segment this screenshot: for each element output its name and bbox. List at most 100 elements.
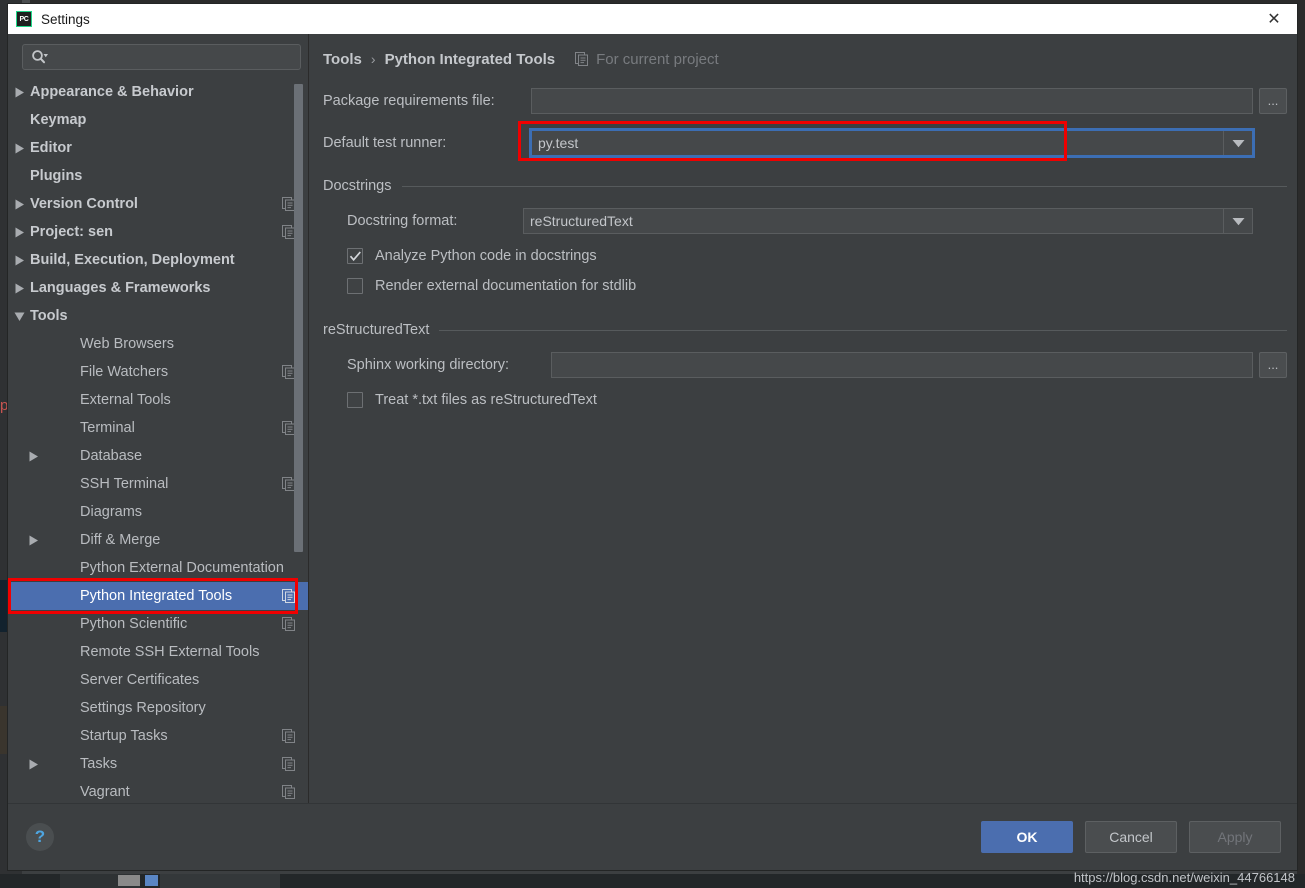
sidebar-item-tasks[interactable]: Tasks bbox=[8, 750, 308, 778]
taskbar-thumb-c bbox=[118, 875, 140, 886]
breadcrumb-root[interactable]: Tools bbox=[323, 51, 362, 68]
restructuredtext-group-divider bbox=[439, 329, 1287, 331]
package-requirements-row: Package requirements file: ... bbox=[323, 88, 1287, 114]
docstring-format-value: reStructuredText bbox=[530, 213, 633, 229]
default-test-runner-value: py.test bbox=[538, 135, 579, 151]
treat-txt-row[interactable]: Treat *.txt files as reStructuredText bbox=[347, 392, 1287, 408]
sidebar-item-label: Project: sen bbox=[30, 224, 113, 240]
pycharm-icon: PC bbox=[16, 11, 32, 27]
sidebar-item-external-tools[interactable]: External Tools bbox=[8, 386, 308, 414]
sidebar-scrollbar[interactable] bbox=[294, 78, 303, 801]
analyze-python-code-checkbox[interactable] bbox=[347, 248, 363, 264]
chevron-down-icon[interactable] bbox=[1223, 209, 1252, 233]
dialog-body: Appearance & Behavior Keymap Editor Plugins… bbox=[8, 34, 1297, 803]
sidebar-item-python-integrated-tools[interactable]: Python Integrated Tools bbox=[8, 582, 308, 610]
taskbar-thumb-d bbox=[145, 875, 158, 886]
help-icon[interactable]: ? bbox=[26, 823, 54, 851]
package-requirements-input[interactable] bbox=[531, 88, 1253, 114]
sidebar-item-version-control[interactable]: Version Control bbox=[8, 190, 308, 218]
sphinx-directory-browse-button[interactable]: ... bbox=[1259, 352, 1287, 378]
sphinx-directory-label: Sphinx working directory: bbox=[347, 357, 509, 373]
sidebar-item-label: Tasks bbox=[80, 756, 118, 772]
sidebar-item-diagrams[interactable]: Diagrams bbox=[8, 498, 308, 526]
sidebar-item-editor[interactable]: Editor bbox=[8, 134, 308, 162]
sidebar-item-languages-frameworks[interactable]: Languages & Frameworks bbox=[8, 274, 308, 302]
sidebar-item-server-certificates[interactable]: Server Certificates bbox=[8, 666, 308, 694]
chevron-right-icon[interactable] bbox=[22, 759, 44, 770]
package-requirements-browse-button[interactable]: ... bbox=[1259, 88, 1287, 114]
sidebar-item-settings-repository[interactable]: Settings Repository bbox=[8, 694, 308, 722]
sidebar-item-label: File Watchers bbox=[80, 364, 169, 380]
sidebar-item-tools[interactable]: Tools bbox=[8, 302, 308, 330]
sidebar-item-vagrant[interactable]: Vagrant bbox=[8, 778, 308, 803]
chevron-right-icon[interactable] bbox=[8, 227, 30, 238]
search-container bbox=[8, 34, 308, 76]
sidebar-item-plugins[interactable]: Plugins bbox=[8, 162, 308, 190]
sidebar-item-diff-merge[interactable]: Diff & Merge bbox=[8, 526, 308, 554]
scope-indicator: For current project bbox=[575, 51, 719, 68]
analyze-python-code-label: Analyze Python code in docstrings bbox=[375, 248, 597, 264]
close-icon[interactable]: ✕ bbox=[1251, 4, 1297, 34]
sidebar-item-label: Server Certificates bbox=[80, 672, 200, 688]
chevron-right-icon[interactable] bbox=[22, 535, 44, 546]
render-external-docs-checkbox[interactable] bbox=[347, 278, 363, 294]
chevron-right-icon[interactable] bbox=[8, 255, 30, 266]
sidebar-item-label: Tools bbox=[30, 308, 68, 324]
render-external-docs-row[interactable]: Render external documentation for stdlib bbox=[347, 278, 1287, 294]
sidebar-item-terminal[interactable]: Terminal bbox=[8, 414, 308, 442]
render-external-docs-label: Render external documentation for stdlib bbox=[375, 278, 637, 294]
sidebar-item-build-execution-deployment[interactable]: Build, Execution, Deployment bbox=[8, 246, 308, 274]
sidebar-item-label: Languages & Frameworks bbox=[30, 280, 211, 296]
sidebar-item-label: Editor bbox=[30, 140, 72, 156]
dialog-footer: ? OK Cancel Apply bbox=[8, 803, 1297, 870]
docstrings-group-divider bbox=[401, 185, 1287, 187]
chevron-right-icon[interactable] bbox=[8, 199, 30, 210]
package-requirements-label: Package requirements file: bbox=[323, 93, 495, 109]
chevron-right-icon[interactable] bbox=[8, 87, 30, 98]
ok-button[interactable]: OK bbox=[981, 821, 1073, 853]
analyze-python-code-row[interactable]: Analyze Python code in docstrings bbox=[347, 248, 1287, 264]
sphinx-directory-input[interactable] bbox=[551, 352, 1253, 378]
sidebar-item-label: Settings Repository bbox=[80, 700, 206, 716]
breadcrumb-separator: › bbox=[370, 51, 376, 67]
sidebar-item-label: Diagrams bbox=[80, 504, 143, 520]
default-test-runner-combobox[interactable]: py.test bbox=[529, 128, 1255, 158]
chevron-right-icon[interactable] bbox=[22, 451, 44, 462]
breadcrumb-current: Python Integrated Tools bbox=[384, 50, 556, 68]
chevron-right-icon[interactable] bbox=[8, 283, 30, 294]
sidebar-item-file-watchers[interactable]: File Watchers bbox=[8, 358, 308, 386]
cancel-button[interactable]: Cancel bbox=[1085, 821, 1177, 853]
sidebar-item-label: Version Control bbox=[30, 196, 138, 212]
chevron-down-icon[interactable] bbox=[8, 311, 30, 322]
sphinx-directory-row: Sphinx working directory: ... bbox=[323, 352, 1287, 378]
sidebar-item-python-external-documentation[interactable]: Python External Documentation bbox=[8, 554, 308, 582]
treat-txt-checkbox[interactable] bbox=[347, 392, 363, 408]
sidebar-item-label: Remote SSH External Tools bbox=[80, 644, 260, 660]
sidebar-item-keymap[interactable]: Keymap bbox=[8, 106, 308, 134]
sidebar-item-python-scientific[interactable]: Python Scientific bbox=[8, 610, 308, 638]
watermark: https://blog.csdn.net/weixin_44766148 bbox=[1073, 870, 1295, 885]
search-box[interactable] bbox=[22, 44, 301, 70]
sidebar-item-label: Database bbox=[80, 448, 143, 464]
sidebar-item-startup-tasks[interactable]: Startup Tasks bbox=[8, 722, 308, 750]
sidebar-scrollbar-thumb[interactable] bbox=[294, 84, 303, 552]
sidebar-item-label: Python External Documentation bbox=[80, 560, 284, 576]
sidebar-item-remote-ssh-external-tools[interactable]: Remote SSH External Tools bbox=[8, 638, 308, 666]
docstrings-group-title: Docstrings bbox=[323, 178, 392, 194]
sidebar-item-database[interactable]: Database bbox=[8, 442, 308, 470]
sidebar-item-label: Web Browsers bbox=[80, 336, 175, 352]
restructuredtext-group-header: reStructuredText bbox=[323, 322, 1287, 338]
sidebar-item-appearance-behavior[interactable]: Appearance & Behavior bbox=[8, 78, 308, 106]
chevron-right-icon[interactable] bbox=[8, 143, 30, 154]
restructuredtext-group-title: reStructuredText bbox=[323, 322, 430, 338]
chevron-down-icon[interactable] bbox=[1223, 131, 1252, 155]
sidebar-item-ssh-terminal[interactable]: SSH Terminal bbox=[8, 470, 308, 498]
sidebar-item-label: Python Integrated Tools bbox=[80, 588, 233, 604]
sidebar-item-web-browsers[interactable]: Web Browsers bbox=[8, 330, 308, 358]
docstring-format-combobox[interactable]: reStructuredText bbox=[523, 208, 1253, 234]
settings-tree-list: Appearance & Behavior Keymap Editor Plugins… bbox=[8, 76, 308, 803]
search-input[interactable] bbox=[48, 48, 300, 66]
sidebar-item-label: Vagrant bbox=[80, 784, 130, 800]
sidebar-item-project-sen[interactable]: Project: sen bbox=[8, 218, 308, 246]
taskbar-item-b bbox=[160, 874, 280, 888]
